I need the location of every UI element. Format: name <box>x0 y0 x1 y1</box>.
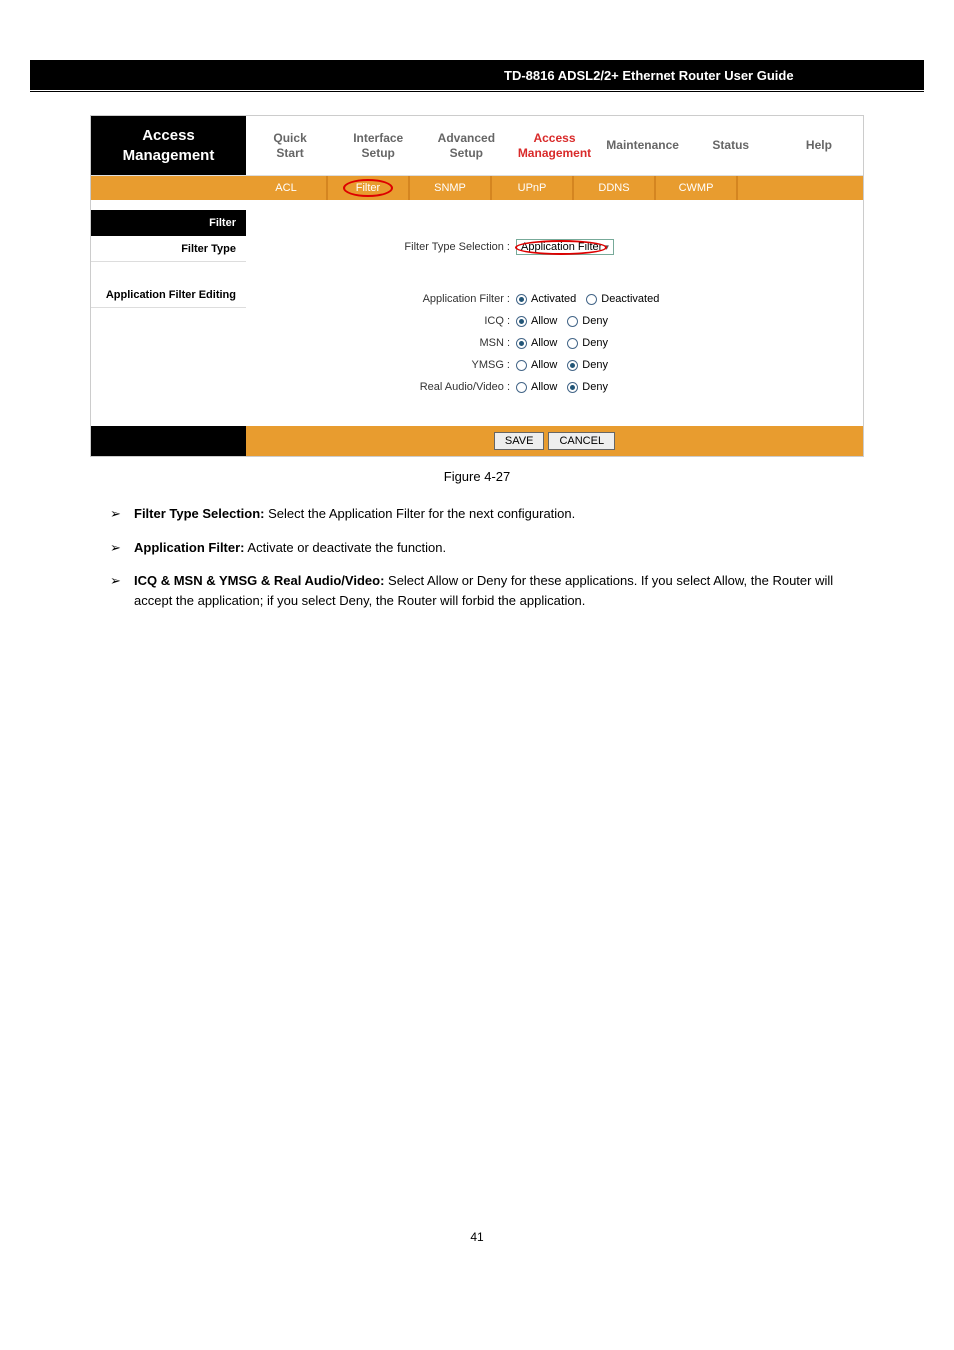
radio-ymsg-allow[interactable] <box>516 360 527 371</box>
radio-realav-allow[interactable] <box>516 382 527 393</box>
sidebar-title: Access Management <box>91 116 246 175</box>
tab-quick-start[interactable]: Quick Start <box>246 116 334 175</box>
label-msn: MSN : <box>246 337 516 349</box>
label-real-av: Real Audio/Video : <box>246 381 516 393</box>
tab-interface-setup[interactable]: Interface Setup <box>334 116 422 175</box>
tab-status[interactable]: Status <box>687 116 775 175</box>
sidebar-title-line1: Access <box>142 126 195 146</box>
radio-msn-allow[interactable] <box>516 338 527 349</box>
subnav-snmp[interactable]: SNMP <box>410 176 492 200</box>
radio-icq-allow[interactable] <box>516 316 527 327</box>
arrow-icon: ➢ <box>110 571 134 610</box>
document-header: TD-8816 ADSL2/2+ Ethernet Router User Gu… <box>494 60 924 90</box>
subnav-acl[interactable]: ACL <box>246 176 328 200</box>
router-ui-screenshot: Access Management Quick Start Interface … <box>90 115 864 457</box>
tab-help[interactable]: Help <box>775 116 863 175</box>
section-app-filter: Application Filter Editing <box>91 262 246 308</box>
list-item: ➢ Filter Type Selection: Select the Appl… <box>110 504 844 524</box>
section-filter-type: Filter Type <box>91 236 246 262</box>
save-button[interactable]: SAVE <box>494 432 545 450</box>
subnav-ddns[interactable]: DDNS <box>574 176 656 200</box>
filter-type-select[interactable]: Application Filter ▾ <box>516 239 614 255</box>
figure-caption: Figure 4-27 <box>30 469 924 484</box>
cancel-button[interactable]: CANCEL <box>548 432 615 450</box>
radio-activated[interactable] <box>516 294 527 305</box>
tab-advanced-setup[interactable]: Advanced Setup <box>422 116 510 175</box>
desc-term: Application Filter: <box>134 540 245 555</box>
radio-ymsg-deny[interactable] <box>567 360 578 371</box>
arrow-icon: ➢ <box>110 504 134 524</box>
chevron-down-icon: ▾ <box>604 242 609 253</box>
list-item: ➢ Application Filter: Activate or deacti… <box>110 538 844 558</box>
tab-maintenance[interactable]: Maintenance <box>599 116 687 175</box>
subnav-filter[interactable]: Filter <box>328 176 410 200</box>
label-filter-type-selection: Filter Type Selection : <box>246 241 516 253</box>
page-number: 41 <box>30 1230 924 1244</box>
subnav-cwmp[interactable]: CWMP <box>656 176 738 200</box>
section-filter: Filter <box>91 210 246 236</box>
tab-access-management[interactable]: Access Management <box>510 116 598 175</box>
subnav-upnp[interactable]: UPnP <box>492 176 574 200</box>
list-item: ➢ ICQ & MSN & YMSG & Real Audio/Video: S… <box>110 571 844 610</box>
label-icq: ICQ : <box>246 315 516 327</box>
sidebar-title-line2: Management <box>123 146 215 166</box>
label-application-filter: Application Filter : <box>246 293 516 305</box>
arrow-icon: ➢ <box>110 538 134 558</box>
radio-realav-deny[interactable] <box>567 382 578 393</box>
desc-text: Activate or deactivate the function. <box>245 540 447 555</box>
radio-icq-deny[interactable] <box>567 316 578 327</box>
radio-msn-deny[interactable] <box>567 338 578 349</box>
desc-term: ICQ & MSN & YMSG & Real Audio/Video: <box>134 573 384 588</box>
desc-term: Filter Type Selection: <box>134 506 265 521</box>
radio-deactivated[interactable] <box>586 294 597 305</box>
label-ymsg: YMSG : <box>246 359 516 371</box>
desc-text: Select the Application Filter for the ne… <box>265 506 576 521</box>
